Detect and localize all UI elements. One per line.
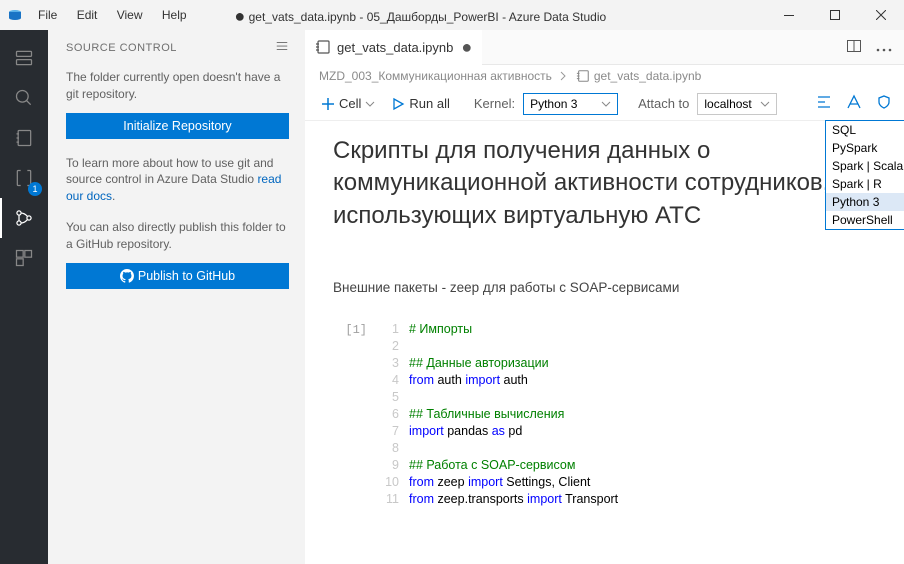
chevron-right-icon bbox=[558, 71, 568, 81]
editor-tab[interactable]: get_vats_data.ipynb ● bbox=[305, 30, 482, 65]
activity-search[interactable] bbox=[0, 78, 48, 118]
menu-help[interactable]: Help bbox=[154, 4, 195, 26]
line-gutter: 1234567891011 bbox=[383, 321, 409, 508]
panel-more-icon[interactable] bbox=[275, 39, 289, 56]
init-repo-button[interactable]: Initialize Repository bbox=[66, 113, 289, 139]
activity-extensions[interactable] bbox=[0, 238, 48, 278]
github-icon bbox=[120, 269, 134, 283]
more-actions-icon[interactable] bbox=[876, 40, 892, 55]
kernel-option-sql[interactable]: SQL bbox=[826, 121, 904, 139]
code-content[interactable]: # Импорты ## Данные авторизации from aut… bbox=[409, 321, 618, 508]
code-cell[interactable]: [1] 1234567891011 # Импорты ## Данные ав… bbox=[333, 321, 876, 508]
close-button[interactable] bbox=[858, 0, 904, 30]
kernel-select[interactable]: Python 3 bbox=[523, 93, 618, 115]
attach-select[interactable]: localhost bbox=[697, 93, 777, 115]
chevron-down-icon bbox=[760, 99, 770, 109]
plus-icon bbox=[321, 97, 335, 111]
no-repo-text: The folder currently open doesn't have a… bbox=[66, 69, 289, 103]
panel-title: SOURCE CONTROL bbox=[66, 42, 177, 54]
collapse-icon[interactable] bbox=[816, 94, 832, 113]
chevron-down-icon bbox=[365, 99, 375, 109]
clear-icon[interactable] bbox=[846, 94, 862, 113]
app-logo bbox=[6, 6, 24, 24]
kernel-option-spark-r[interactable]: Spark | R bbox=[826, 175, 904, 193]
kernel-option-powershell[interactable]: PowerShell bbox=[826, 211, 904, 229]
maximize-button[interactable] bbox=[812, 0, 858, 30]
publish-text: You can also directly publish this folde… bbox=[66, 219, 289, 253]
kernel-option-spark-scala[interactable]: Spark | Scala bbox=[826, 157, 904, 175]
kernel-dropdown[interactable]: SQL PySpark Spark | Scala Spark | R Pyth… bbox=[825, 120, 904, 230]
kernel-option-python3[interactable]: Python 3 bbox=[826, 193, 904, 211]
menu-edit[interactable]: Edit bbox=[69, 4, 106, 26]
notebook-icon bbox=[315, 39, 331, 55]
notebook-paragraph: Внешние пакеты - zeep для работы с SOAP-… bbox=[333, 280, 876, 295]
activity-notebooks[interactable] bbox=[0, 118, 48, 158]
activity-source-control[interactable] bbox=[0, 198, 48, 238]
cell-prompt: [1] bbox=[333, 321, 383, 508]
explorer-badge: 1 bbox=[28, 182, 42, 196]
notebook-title: Скрипты для получения данных о коммуника… bbox=[333, 135, 876, 232]
notebook-icon bbox=[576, 69, 590, 83]
minimize-button[interactable] bbox=[766, 0, 812, 30]
publish-github-button[interactable]: Publish to GitHub bbox=[66, 263, 289, 289]
kernel-label: Kernel: bbox=[474, 96, 515, 111]
trust-icon[interactable] bbox=[876, 94, 892, 113]
menu-view[interactable]: View bbox=[109, 4, 151, 26]
learn-more-text: To learn more about how to use git and s… bbox=[66, 155, 289, 205]
attach-label: Attach to bbox=[638, 96, 689, 111]
add-cell-button[interactable]: Cell bbox=[317, 94, 379, 113]
activity-servers[interactable] bbox=[0, 38, 48, 78]
chevron-down-icon bbox=[601, 99, 611, 109]
play-icon bbox=[391, 97, 405, 111]
run-all-button[interactable]: Run all bbox=[387, 94, 453, 113]
kernel-option-pyspark[interactable]: PySpark bbox=[826, 139, 904, 157]
breadcrumb[interactable]: MZD_003_Коммуникационная активность get_… bbox=[305, 65, 904, 87]
activity-explorer[interactable]: 1 bbox=[0, 158, 48, 198]
dirty-indicator: ● bbox=[461, 37, 472, 58]
split-editor-icon[interactable] bbox=[846, 38, 862, 57]
menu-file[interactable]: File bbox=[30, 4, 65, 26]
window-title: ● get_vats_data.ipynb - 05_Дашборды_Powe… bbox=[195, 5, 766, 26]
